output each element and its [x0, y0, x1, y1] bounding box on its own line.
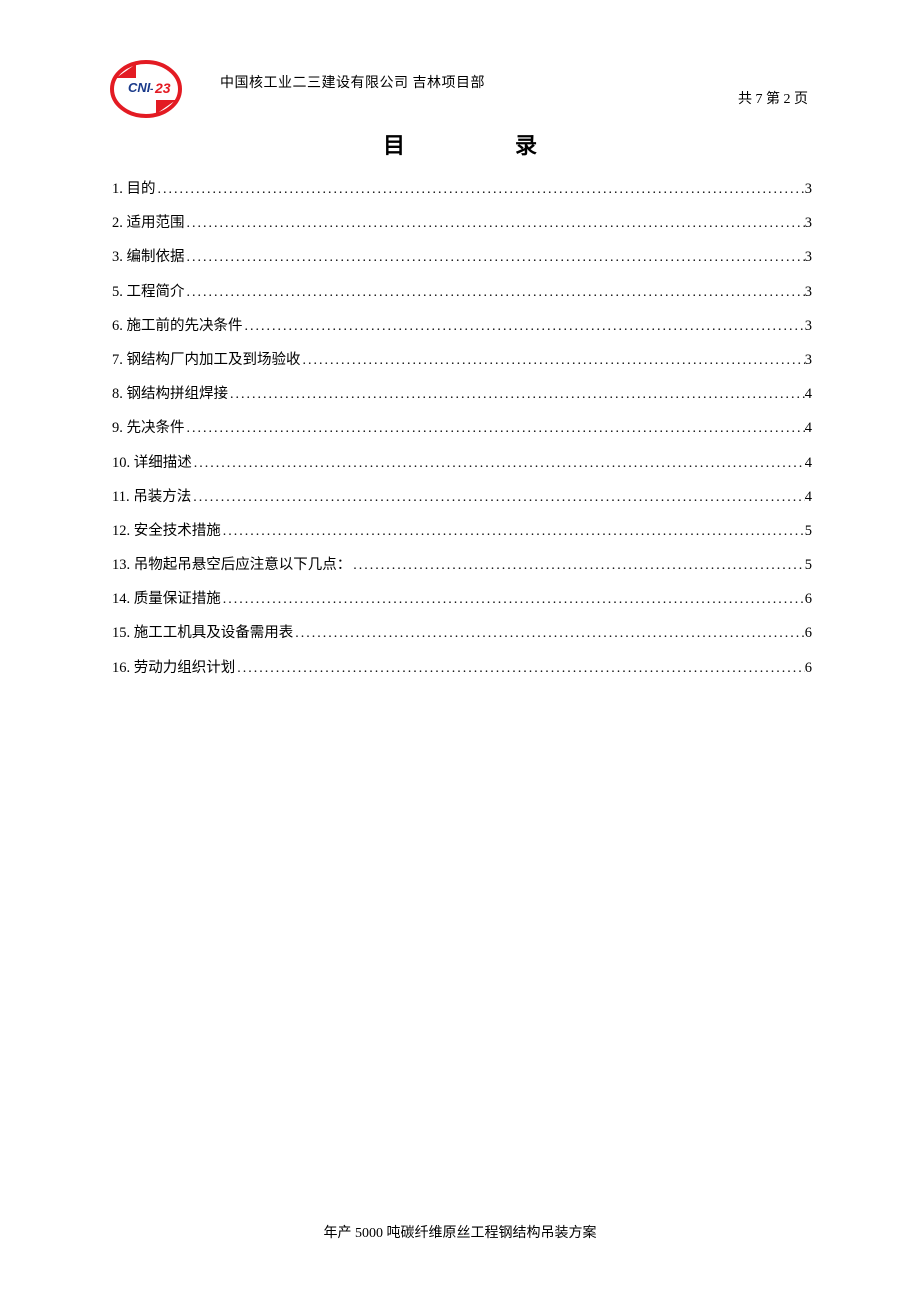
toc-label: 2. 适用范围 — [112, 216, 185, 231]
toc-leader: ........................................… — [191, 491, 805, 505]
toc-leader: ........................................… — [185, 217, 805, 231]
toc-page: 5 — [805, 524, 812, 539]
title-part1: 目 — [383, 133, 405, 158]
toc-page: 6 — [805, 592, 812, 607]
toc-page: 4 — [805, 421, 812, 436]
toc-page: 4 — [805, 490, 812, 505]
toc-page: 6 — [805, 661, 812, 676]
toc-item: 8. 钢结构拼组焊接..............................… — [112, 387, 812, 402]
toc-item: 2. 适用范围.................................… — [112, 216, 812, 231]
table-of-contents: 1. 目的...................................… — [112, 182, 812, 695]
toc-leader: ........................................… — [192, 457, 805, 471]
toc-label: 15. 施工工机具及设备需用表 — [112, 626, 293, 641]
toc-page: 3 — [805, 216, 812, 231]
company-logo: CNI - 23 — [110, 60, 182, 118]
toc-item: 16. 劳动力组织计划.............................… — [112, 661, 812, 676]
toc-item: 11. 吊装方法................................… — [112, 490, 812, 505]
toc-item: 9. 先决条件.................................… — [112, 421, 812, 436]
toc-label: 9. 先决条件 — [112, 421, 185, 436]
svg-text:23: 23 — [154, 80, 171, 96]
toc-item: 6. 施工前的先决条件.............................… — [112, 319, 812, 334]
toc-label: 12. 安全技术措施 — [112, 524, 221, 539]
toc-item: 10. 详细描述................................… — [112, 456, 812, 471]
toc-leader: ........................................… — [156, 183, 805, 197]
company-name: 中国核工业二三建设有限公司 吉林项目部 — [220, 60, 485, 92]
toc-item: 13. 吊物起吊悬空后应注意以下几点：.....................… — [112, 558, 812, 573]
toc-leader: ........................................… — [221, 593, 805, 607]
toc-leader: ........................................… — [185, 251, 805, 265]
toc-item: 12. 安全技术措施..............................… — [112, 524, 812, 539]
svg-text:-: - — [150, 84, 153, 95]
toc-item: 15. 施工工机具及设备需用表.........................… — [112, 626, 812, 641]
toc-label: 11. 吊装方法 — [112, 490, 191, 505]
toc-page: 3 — [805, 182, 812, 197]
toc-leader: ........................................… — [243, 320, 805, 334]
toc-page: 4 — [805, 456, 812, 471]
toc-item: 7. 钢结构厂内加工及到场验收.........................… — [112, 353, 812, 368]
document-footer: 年产 5000 吨碳纤维原丝工程钢结构吊装方案 — [0, 1222, 920, 1242]
toc-page: 3 — [805, 250, 812, 265]
toc-label: 13. 吊物起吊悬空后应注意以下几点： — [112, 558, 351, 573]
toc-page: 3 — [805, 319, 812, 334]
toc-label: 3. 编制依据 — [112, 250, 185, 265]
toc-item: 1. 目的...................................… — [112, 182, 812, 197]
toc-page: 5 — [805, 558, 812, 573]
toc-leader: ........................................… — [293, 627, 805, 641]
toc-page: 3 — [805, 353, 812, 368]
toc-label: 1. 目的 — [112, 182, 156, 197]
toc-label: 6. 施工前的先决条件 — [112, 319, 243, 334]
toc-label: 5. 工程简介 — [112, 285, 185, 300]
toc-leader: ........................................… — [228, 388, 805, 402]
document-header: CNI - 23 中国核工业二三建设有限公司 吉林项目部 — [110, 60, 810, 118]
toc-leader: ........................................… — [221, 525, 805, 539]
toc-leader: ........................................… — [301, 354, 805, 368]
toc-leader: ........................................… — [185, 286, 805, 300]
toc-page: 4 — [805, 387, 812, 402]
svg-text:CNI: CNI — [128, 80, 151, 95]
toc-label: 14. 质量保证措施 — [112, 592, 221, 607]
toc-label: 10. 详细描述 — [112, 456, 192, 471]
document-title: 目录 — [0, 128, 920, 160]
toc-leader: ........................................… — [185, 422, 805, 436]
title-part2: 录 — [515, 133, 537, 158]
toc-page: 6 — [805, 626, 812, 641]
toc-page: 3 — [805, 285, 812, 300]
toc-item: 3. 编制依据.................................… — [112, 250, 812, 265]
toc-label: 7. 钢结构厂内加工及到场验收 — [112, 353, 301, 368]
toc-label: 8. 钢结构拼组焊接 — [112, 387, 228, 402]
toc-label: 16. 劳动力组织计划 — [112, 661, 235, 676]
toc-leader: ........................................… — [351, 559, 805, 573]
toc-item: 5. 工程简介.................................… — [112, 285, 812, 300]
toc-item: 14. 质量保证措施..............................… — [112, 592, 812, 607]
page-number: 共 7 第 2 页 — [738, 88, 808, 108]
toc-leader: ........................................… — [235, 662, 805, 676]
